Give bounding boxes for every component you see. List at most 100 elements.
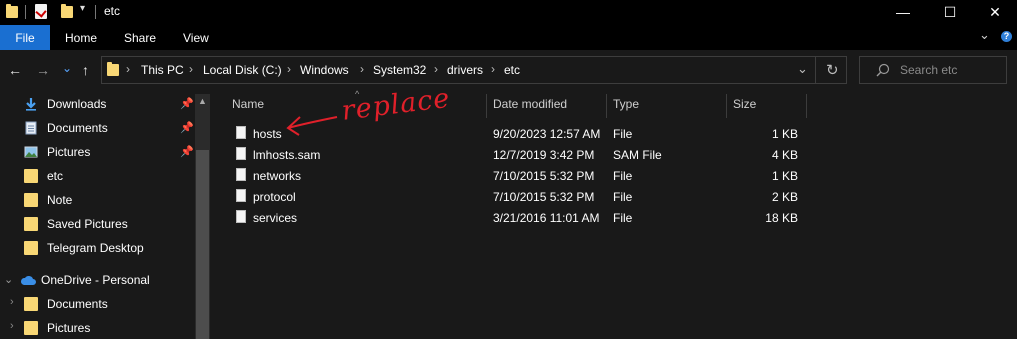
file-type: File	[613, 169, 633, 183]
sidebar-item-label: Documents	[47, 297, 108, 311]
chevron-right-icon[interactable]: ›	[126, 62, 130, 76]
recent-locations-icon[interactable]: ⌄	[62, 61, 72, 75]
file-type: SAM File	[613, 148, 662, 162]
file-size: 1 KB	[771, 169, 798, 183]
cloud-icon	[20, 275, 36, 285]
address-dropdown-icon[interactable]: ⌄	[797, 61, 808, 77]
up-button[interactable]: ↑	[82, 62, 89, 78]
scroll-up-icon[interactable]: ▲	[198, 96, 207, 106]
folder-icon	[24, 321, 38, 335]
breadcrumb-system32[interactable]: System32	[373, 63, 426, 77]
chevron-right-icon[interactable]: ›	[287, 62, 291, 76]
table-row[interactable]: lmhosts.sam 12/7/2019 3:42 PM SAM File 4…	[230, 144, 810, 165]
chevron-right-icon[interactable]: ›	[434, 62, 438, 76]
sidebar-item-etc[interactable]: etc	[24, 166, 63, 186]
sidebar-item-saved-pictures[interactable]: Saved Pictures	[24, 214, 128, 234]
breadcrumb-windows[interactable]: Windows	[300, 63, 349, 77]
title-bar	[0, 0, 1017, 24]
tab-home[interactable]: Home	[65, 31, 97, 45]
tab-share[interactable]: Share	[124, 31, 156, 45]
chevron-right-icon[interactable]: ›	[10, 296, 14, 308]
chevron-right-icon[interactable]: ›	[360, 62, 364, 76]
divider	[815, 57, 816, 83]
sidebar-item-label: Downloads	[47, 97, 107, 111]
file-icon	[236, 126, 246, 139]
sidebar-item-documents[interactable]: Documents	[24, 118, 108, 138]
sidebar-item-downloads[interactable]: Downloads	[24, 94, 106, 114]
column-divider[interactable]	[606, 94, 607, 118]
column-divider[interactable]	[806, 94, 807, 118]
column-header-type[interactable]: Type	[613, 97, 639, 111]
table-row[interactable]: services 3/21/2016 11:01 AM File 18 KB	[230, 207, 810, 228]
search-icon	[876, 63, 890, 77]
folder-icon	[6, 4, 18, 18]
column-header-name[interactable]: Name	[232, 97, 264, 111]
file-icon	[236, 189, 246, 202]
chevron-right-icon[interactable]: ›	[10, 320, 14, 332]
sidebar-item-label: Telegram Desktop	[47, 241, 144, 255]
breadcrumb-local-disk[interactable]: Local Disk (C:)	[203, 63, 282, 77]
file-name: services	[253, 211, 298, 225]
quick-access-dropdown-icon[interactable]: ▾	[80, 3, 85, 14]
column-divider[interactable]	[486, 94, 487, 118]
sidebar-item-label: Documents	[47, 121, 108, 135]
folder-icon	[24, 297, 38, 311]
sidebar-item-onedrive-documents[interactable]: Documents	[24, 294, 108, 314]
sidebar-item-label: etc	[47, 169, 64, 183]
sidebar-item-label: Pictures	[47, 145, 91, 159]
folder-icon	[24, 217, 38, 231]
pin-icon[interactable]: 📌	[180, 97, 194, 110]
sidebar-item-pictures[interactable]: Pictures	[24, 142, 90, 162]
sidebar-item-telegram-desktop[interactable]: Telegram Desktop	[24, 238, 144, 258]
divider	[95, 5, 96, 19]
sidebar-item-label: Saved Pictures	[47, 217, 128, 231]
folder-icon	[24, 241, 38, 255]
file-name: protocol	[253, 190, 296, 204]
back-button[interactable]: ←	[8, 62, 22, 78]
file-size: 2 KB	[771, 190, 798, 204]
file-date: 3/21/2016 11:01 AM	[493, 211, 600, 225]
breadcrumb-drivers[interactable]: drivers	[447, 63, 483, 77]
scrollbar-thumb[interactable]	[196, 150, 209, 339]
column-divider[interactable]	[726, 94, 727, 118]
sidebar-item-label: Pictures	[47, 321, 91, 335]
file-name: lmhosts.sam	[253, 148, 321, 162]
table-row[interactable]: protocol 7/10/2015 5:32 PM File 2 KB	[230, 186, 810, 207]
file-icon	[236, 147, 246, 160]
file-date: 7/10/2015 5:32 PM	[493, 169, 595, 183]
new-folder-icon[interactable]	[61, 4, 73, 18]
tab-file[interactable]: File	[0, 25, 50, 50]
minimize-button[interactable]: —	[880, 0, 926, 24]
pictures-icon	[24, 146, 38, 158]
pin-icon[interactable]: 📌	[180, 145, 194, 158]
properties-icon[interactable]	[35, 4, 47, 19]
column-header-size[interactable]: Size	[733, 97, 756, 111]
sidebar-item-label: Note	[47, 193, 73, 207]
expand-ribbon-icon[interactable]: ⌄	[979, 27, 990, 43]
search-placeholder: Search etc	[900, 63, 958, 77]
column-header-date-modified[interactable]: Date modified	[493, 97, 567, 111]
breadcrumb-etc[interactable]: etc	[504, 63, 520, 77]
help-icon[interactable]: ?	[1001, 31, 1012, 42]
chevron-right-icon[interactable]: ›	[189, 62, 193, 76]
chevron-down-icon[interactable]: ⌄	[4, 273, 13, 286]
file-type: File	[613, 190, 633, 204]
refresh-icon[interactable]: ↻	[826, 61, 839, 79]
documents-icon	[25, 121, 37, 135]
close-button[interactable]: ✕	[972, 0, 1017, 24]
table-row[interactable]: networks 7/10/2015 5:32 PM File 1 KB	[230, 165, 810, 186]
sidebar-item-note[interactable]: Note	[24, 190, 72, 210]
file-date: 9/20/2023 12:57 AM	[493, 127, 601, 141]
folder-icon	[107, 62, 119, 76]
sidebar-item-onedrive-pictures[interactable]: Pictures	[24, 318, 90, 338]
maximize-button[interactable]: ☐	[927, 0, 973, 24]
tab-view[interactable]: View	[183, 31, 209, 45]
chevron-right-icon[interactable]: ›	[491, 62, 495, 76]
pin-icon[interactable]: 📌	[180, 121, 194, 134]
file-size: 1 KB	[771, 127, 798, 141]
breadcrumb-this-pc[interactable]: This PC	[141, 63, 184, 77]
window-title: etc	[104, 4, 121, 18]
sidebar-item-onedrive[interactable]: OneDrive - Personal	[20, 270, 150, 290]
file-type: File	[613, 127, 633, 141]
forward-button[interactable]: →	[36, 62, 50, 78]
